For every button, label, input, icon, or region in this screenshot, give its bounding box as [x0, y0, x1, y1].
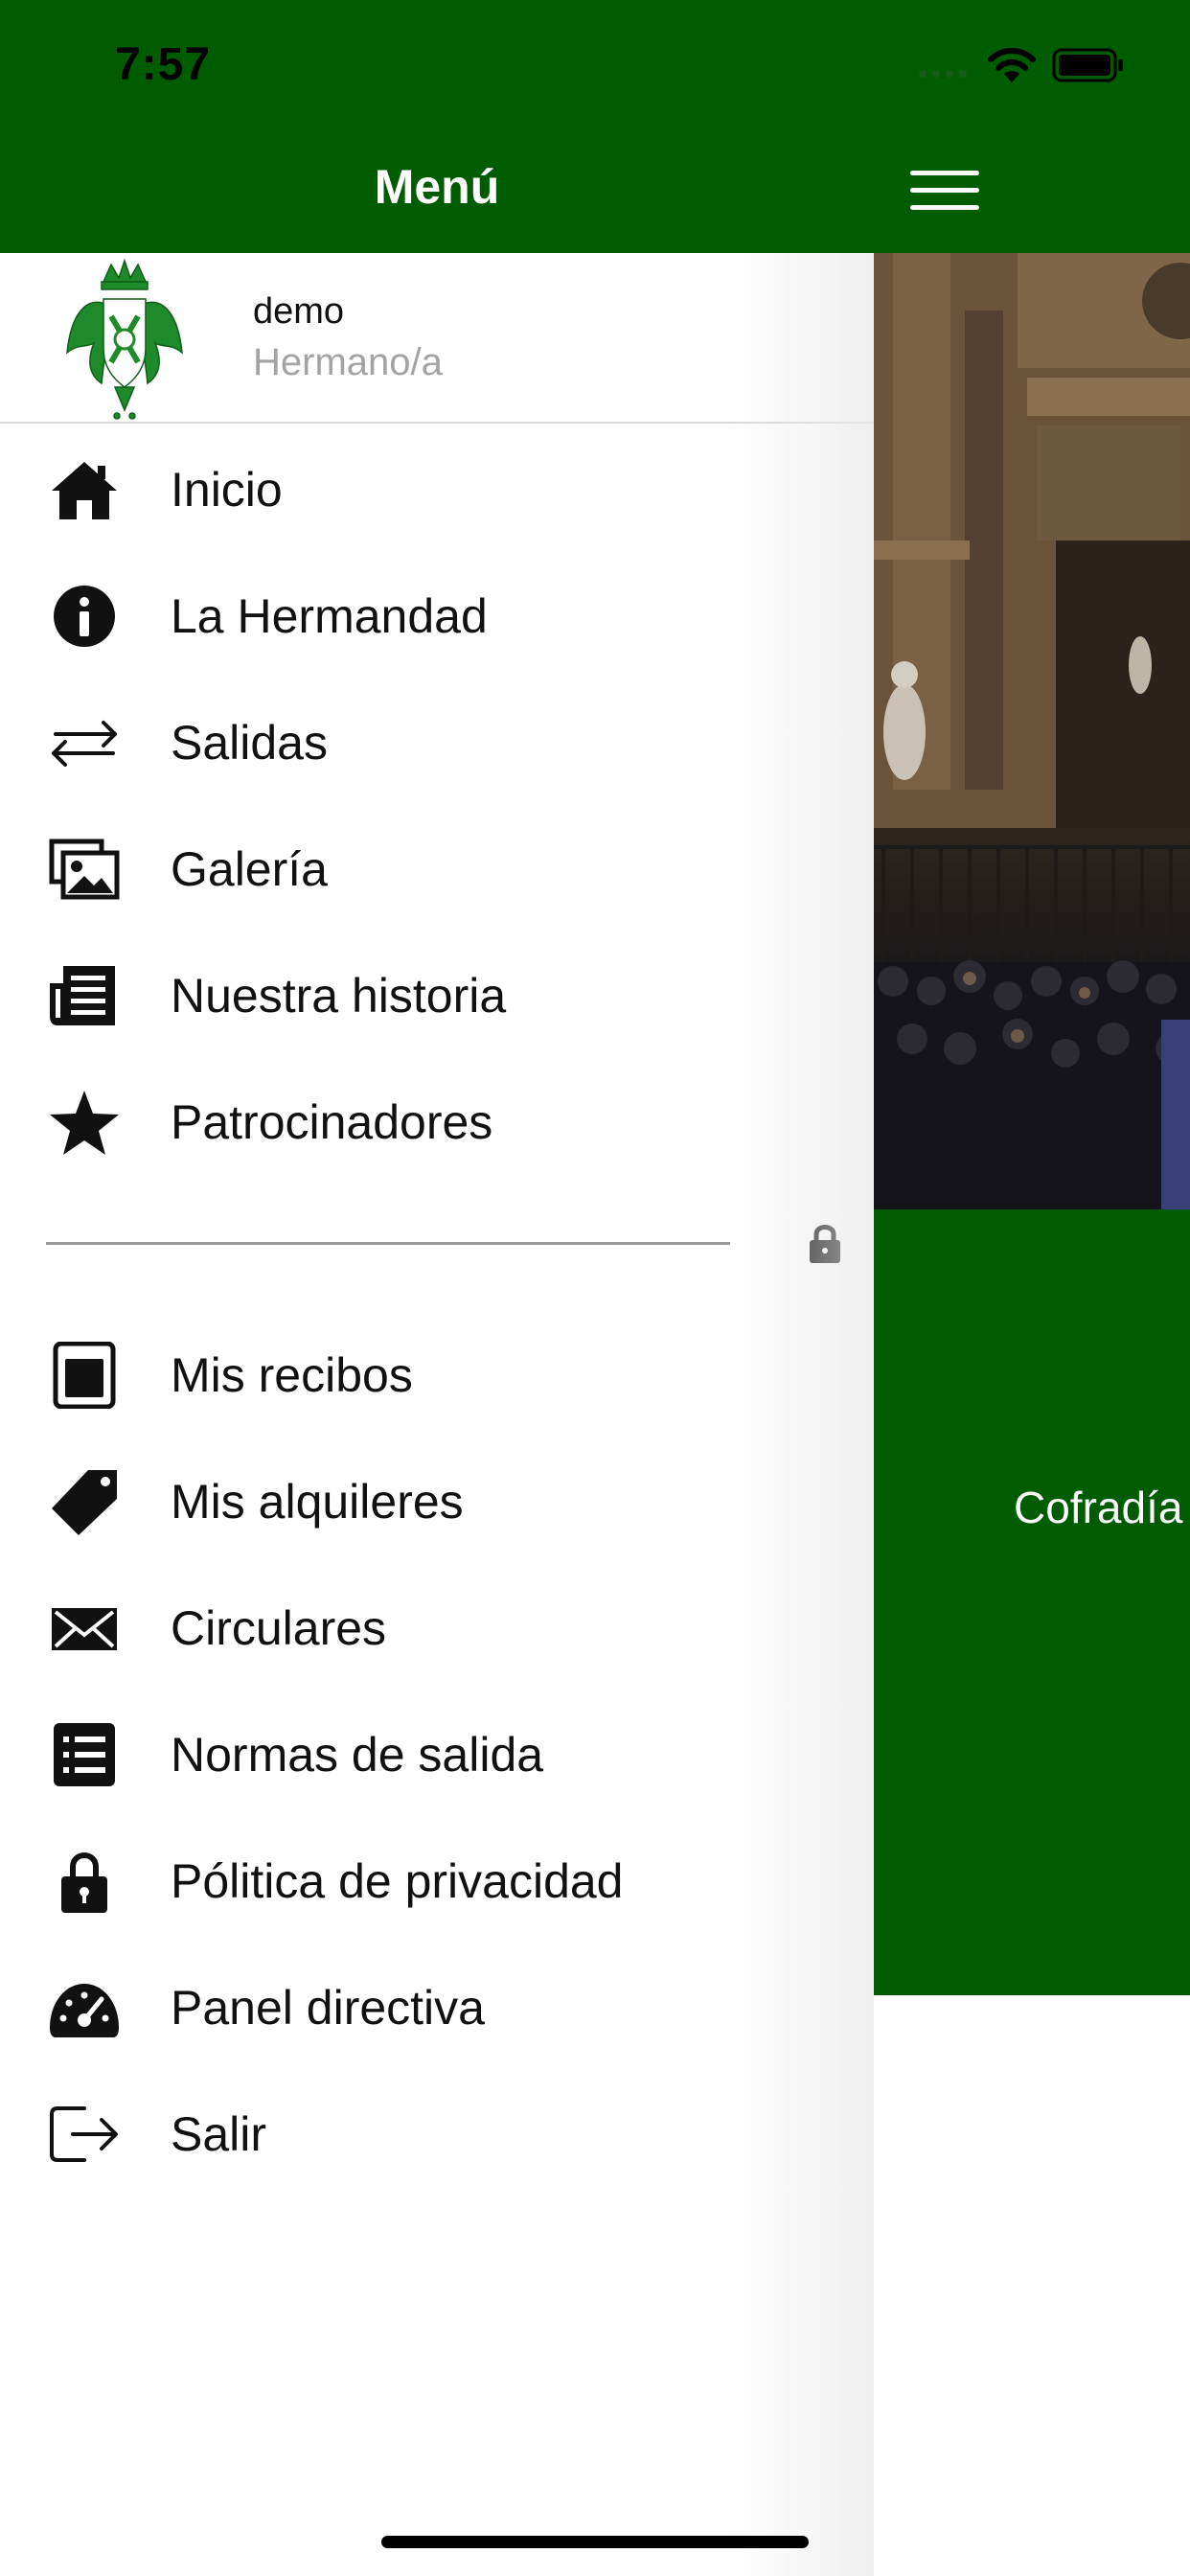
brotherhood-crest-logo [66, 258, 183, 420]
menu-item-galeria[interactable]: Galería [0, 803, 874, 930]
menu-item-label: La Hermandad [171, 589, 488, 643]
menu-item-label: Mis recibos [171, 1348, 413, 1402]
banner-text: Cofradía [1014, 1483, 1183, 1532]
drawer-header: Menú [0, 0, 874, 253]
menu-item-salir[interactable]: Salir [0, 2068, 874, 2195]
menu-item-label: Panel directiva [171, 1981, 485, 2035]
menu-item-label: Nuestra historia [171, 969, 507, 1023]
star-icon [50, 1091, 119, 1155]
menu-item-label: Salidas [171, 716, 328, 770]
menu-item-label: Mis alquileres [171, 1475, 464, 1529]
hero-photo [874, 253, 1190, 1209]
main-view: Cofradía [874, 0, 1190, 2576]
arrows-exchange-icon [52, 721, 117, 767]
main-header [874, 0, 1190, 253]
menu-item-panel-directiva[interactable]: Panel directiva [0, 1942, 874, 2068]
menu-item-nuestra-historia[interactable]: Nuestra historia [0, 930, 874, 1056]
menu-item-label: Galería [171, 842, 328, 896]
home-indicator[interactable] [381, 2536, 809, 2548]
menu-item-label: Inicio [171, 463, 283, 517]
menu-item-mis-recibos[interactable]: Mis recibos [0, 1309, 874, 1436]
sign-out-icon [50, 2106, 118, 2162]
home-icon [52, 462, 117, 519]
menu-item-patrocinadores[interactable]: Patrocinadores [0, 1056, 874, 1183]
profile-name: demo [253, 291, 345, 332]
list-icon [54, 1723, 115, 1786]
green-banner: Cofradía [874, 1209, 1190, 1995]
menu-item-label: Salir [171, 2107, 267, 2161]
tag-icon [52, 1470, 117, 1535]
profile-role: Hermano/a [253, 341, 443, 383]
lock-icon [810, 1225, 840, 1263]
menu-item-label: Pólitica de privacidad [171, 1854, 624, 1908]
menu-item-mis-alquileres[interactable]: Mis alquileres [0, 1436, 874, 1562]
section-divider [46, 1242, 730, 1245]
side-drawer: Menú demo Hermano/a Inicio La Hermandad … [0, 0, 874, 2576]
hamburger-menu-icon[interactable] [910, 169, 979, 213]
menu-item-salidas[interactable]: Salidas [0, 677, 874, 803]
menu-item-inicio[interactable]: Inicio [0, 424, 874, 550]
menu-item-label: Normas de salida [171, 1728, 544, 1782]
info-icon [54, 586, 115, 647]
menu-item-la-hermandad[interactable]: La Hermandad [0, 550, 874, 677]
lock-icon [61, 1852, 107, 1913]
menu-item-normas-de-salida[interactable]: Normas de salida [0, 1689, 874, 1815]
images-icon [49, 839, 120, 900]
menu-item-label: Circulares [171, 1601, 387, 1655]
menu-item-label: Patrocinadores [171, 1095, 493, 1149]
menu-item-politica-de-privacidad[interactable]: Pólitica de privacidad [0, 1815, 874, 1942]
drawer-title: Menú [374, 160, 500, 214]
profile-header: demo Hermano/a [0, 253, 874, 424]
receipt-icon [53, 1342, 116, 1409]
envelope-icon [52, 1608, 117, 1650]
menu-item-circulares[interactable]: Circulares [0, 1562, 874, 1689]
newspaper-icon [50, 966, 115, 1025]
dashboard-icon [50, 1984, 119, 2037]
